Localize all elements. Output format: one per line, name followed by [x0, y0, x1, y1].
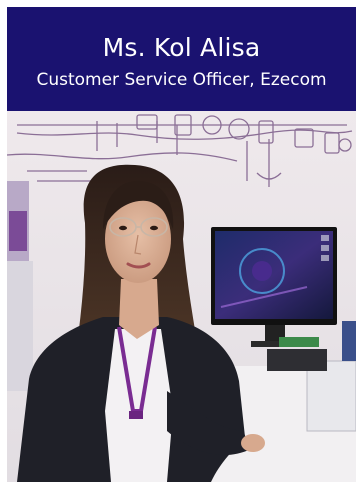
- caption-banner: Ms. Kol Alisa Customer Service Officer, …: [7, 7, 356, 111]
- portrait-photo: [7, 111, 356, 482]
- right-eye: [150, 225, 158, 231]
- person-name: Ms. Kol Alisa: [102, 33, 261, 62]
- left-cabinet: [7, 261, 33, 391]
- desk-bottle: [342, 321, 356, 361]
- keyboard: [267, 349, 327, 371]
- person-role: Customer Service Officer, Ezecom: [36, 70, 327, 90]
- lanyard-clip: [129, 411, 143, 419]
- white-blouse: [105, 329, 173, 482]
- printer: [306, 360, 356, 432]
- photo-illustration: [7, 111, 356, 482]
- left-eye: [119, 225, 127, 231]
- green-device: [279, 337, 319, 347]
- hand: [241, 434, 265, 452]
- purple-box: [9, 211, 27, 251]
- image-frame: Ms. Kol Alisa Customer Service Officer, …: [0, 0, 362, 489]
